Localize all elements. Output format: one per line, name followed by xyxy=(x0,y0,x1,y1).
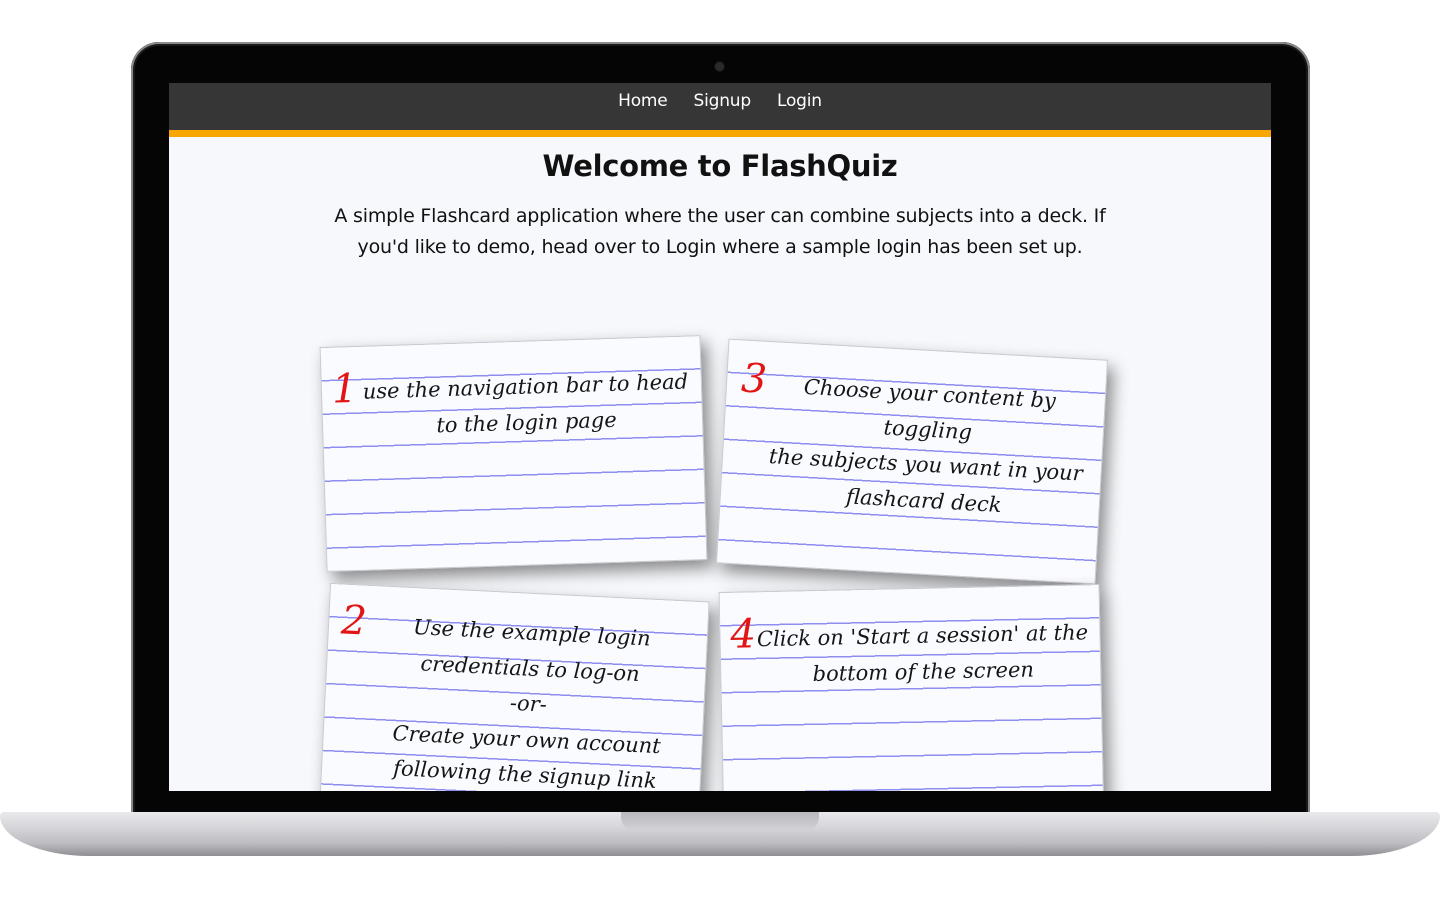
card-text: Use the example login credentials to log… xyxy=(359,608,697,791)
flashcard-step-1: 1 use the navigation bar to head to the … xyxy=(319,335,708,572)
intro-line: been set up. xyxy=(966,236,1083,258)
card-line: Click on 'Start a session' at the xyxy=(756,620,1089,652)
card-line: bottom of the screen xyxy=(812,656,1035,686)
card-text: use the navigation bar to head to the lo… xyxy=(357,364,694,445)
flashcard-step-4: 4 Click on 'Start a session' at the bott… xyxy=(718,584,1105,791)
navbar: Home Signup Login xyxy=(169,83,1271,137)
nav-home-link[interactable]: Home xyxy=(618,91,668,111)
intro-text: A simple Flashcard application where the… xyxy=(325,201,1115,263)
camera-icon xyxy=(715,62,724,71)
card-text: Click on 'Start a session' at the bottom… xyxy=(752,615,1093,693)
intro-line: A simple Flashcard application where the… xyxy=(334,205,1032,227)
laptop-notch xyxy=(621,812,819,831)
card-number: 2 xyxy=(340,597,368,645)
page-title: Welcome to FlashQuiz xyxy=(542,149,898,183)
card-number: 1 xyxy=(331,365,359,413)
browser-viewport: Home Signup Login Welcome to FlashQuiz A… xyxy=(169,83,1271,791)
flashcard-step-3: 3 Choose your content by toggling the su… xyxy=(716,338,1108,585)
flashcard-step-2: 2 Use the example login credentials to l… xyxy=(318,582,710,791)
nav-signup-link[interactable]: Signup xyxy=(694,91,752,111)
card-text: Choose your content by toggling the subj… xyxy=(752,367,1101,528)
nav-login-link[interactable]: Login xyxy=(777,91,822,111)
